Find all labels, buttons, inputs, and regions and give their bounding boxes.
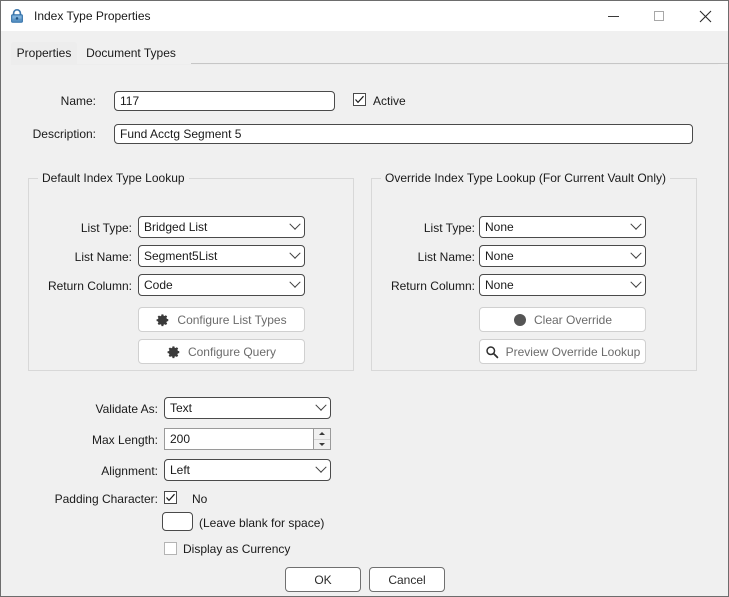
display-as-currency-label: Display as Currency (183, 542, 291, 556)
checkmark-icon (166, 493, 175, 502)
spin-down-button[interactable] (314, 439, 330, 449)
circle-icon (513, 313, 527, 327)
default-list-name-value: Segment5List (144, 249, 218, 263)
tab-document-types-label: Document Types (86, 46, 176, 60)
maximize-icon (654, 11, 664, 21)
default-return-column-label: Return Column: (47, 279, 132, 293)
padding-hint-label: (Leave blank for space) (199, 516, 325, 530)
default-return-column-dropdown[interactable]: Code (138, 274, 305, 296)
padding-no-label: No (192, 492, 208, 506)
tab-properties-label: Properties (16, 46, 72, 60)
tab-strip: Properties Document Types (11, 42, 728, 64)
override-list-name-label: List Name: (417, 250, 475, 264)
magnifier-icon (485, 345, 499, 359)
chevron-down-icon (627, 276, 645, 289)
configure-list-types-button[interactable]: Configure List Types (138, 307, 305, 332)
display-as-currency-checkbox[interactable] (164, 542, 177, 555)
index-type-properties-window: Index Type Properties Properties Documen… (0, 0, 729, 597)
override-list-type-dropdown[interactable]: None (479, 216, 646, 238)
alignment-dropdown[interactable]: Left (164, 459, 331, 481)
minimize-icon (607, 15, 619, 17)
clear-override-button[interactable]: Clear Override (479, 307, 646, 332)
padding-character-input[interactable] (162, 512, 193, 531)
default-return-column-value: Code (144, 278, 173, 292)
chevron-down-icon (286, 276, 304, 289)
override-return-column-label: Return Column: (390, 279, 475, 293)
validate-as-value: Text (170, 401, 193, 415)
close-icon (699, 10, 711, 22)
alignment-label: Alignment: (101, 464, 158, 478)
default-group-title: Default Index Type Lookup (38, 171, 189, 185)
chevron-down-icon (286, 247, 304, 260)
preview-override-lookup-label: Preview Override Lookup (505, 344, 641, 359)
override-list-name-value: None (485, 249, 514, 263)
description-input[interactable] (114, 124, 693, 144)
preview-override-lookup-button[interactable]: Preview Override Lookup (479, 339, 646, 364)
spin-up-button[interactable] (314, 429, 330, 440)
validate-as-label: Validate As: (95, 402, 158, 416)
description-label: Description: (32, 127, 96, 141)
gear-icon (156, 313, 170, 327)
active-label: Active (373, 94, 406, 108)
alignment-value: Left (170, 463, 191, 477)
triangle-down-icon (319, 442, 325, 446)
window-title: Index Type Properties (34, 9, 151, 23)
ok-button[interactable]: OK (285, 567, 361, 592)
tab-document-types[interactable]: Document Types (79, 42, 183, 64)
tab-properties[interactable]: Properties (11, 42, 77, 64)
override-return-column-value: None (485, 278, 514, 292)
default-list-name-label: List Name: (74, 250, 132, 264)
chevron-down-icon (312, 461, 330, 474)
override-list-type-label: List Type: (423, 221, 475, 235)
maximize-button[interactable] (636, 1, 682, 31)
override-list-name-dropdown[interactable]: None (479, 245, 646, 267)
chevron-down-icon (627, 218, 645, 231)
override-group-title: Override Index Type Lookup (For Current … (381, 171, 671, 185)
ok-button-label: OK (314, 572, 332, 587)
max-length-stepper[interactable]: 200 (164, 428, 331, 450)
cancel-button[interactable]: Cancel (369, 567, 445, 592)
tab-panel-divider (11, 64, 718, 65)
padding-character-label: Padding Character: (54, 492, 158, 506)
override-list-type-value: None (485, 220, 514, 234)
triangle-up-icon (319, 432, 325, 436)
max-length-label: Max Length: (91, 433, 158, 447)
name-input[interactable] (114, 91, 335, 111)
configure-query-button[interactable]: Configure Query (138, 339, 305, 364)
max-length-value: 200 (170, 432, 191, 446)
padding-no-checkbox[interactable] (164, 491, 177, 504)
configure-list-types-label: Configure List Types (177, 312, 287, 327)
default-list-type-label: List Type: (80, 221, 132, 235)
cancel-button-label: Cancel (388, 572, 426, 587)
max-length-spin-buttons (313, 429, 330, 449)
clear-override-label: Clear Override (533, 312, 613, 327)
chevron-down-icon (312, 399, 330, 412)
default-list-type-value: Bridged List (144, 220, 208, 234)
default-list-name-dropdown[interactable]: Segment5List (138, 245, 305, 267)
lock-icon (11, 9, 23, 23)
name-label: Name: (60, 94, 96, 108)
checkmark-icon (355, 95, 364, 104)
chevron-down-icon (286, 218, 304, 231)
close-button[interactable] (682, 1, 728, 31)
gear-icon (167, 345, 181, 359)
active-checkbox[interactable] (353, 93, 366, 106)
chevron-down-icon (627, 247, 645, 260)
override-return-column-dropdown[interactable]: None (479, 274, 646, 296)
configure-query-label: Configure Query (187, 344, 277, 359)
default-list-type-dropdown[interactable]: Bridged List (138, 216, 305, 238)
minimize-button[interactable] (590, 1, 636, 31)
title-bar: Index Type Properties (1, 1, 728, 31)
validate-as-dropdown[interactable]: Text (164, 397, 331, 419)
